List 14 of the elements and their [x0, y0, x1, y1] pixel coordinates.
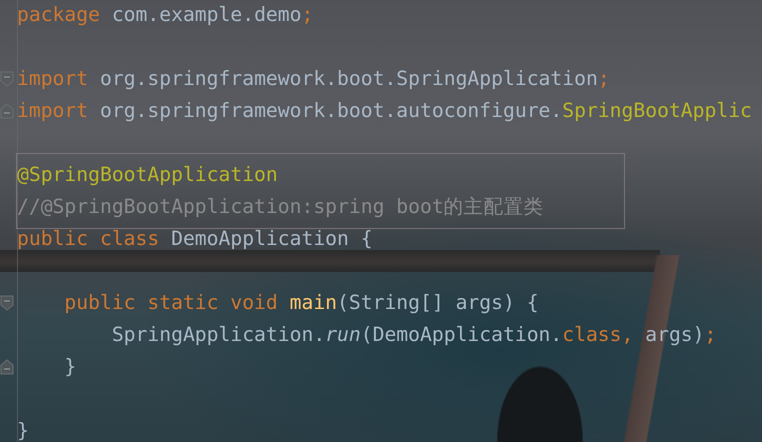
- code-line: //@SpringBootApplication:spring boot的主配置类: [17, 194, 544, 220]
- code-line: @SpringBootApplication: [17, 162, 278, 188]
- code-line: import org.springframework.boot.autoconfigure.SpringBootApplic: [17, 98, 752, 124]
- code-line: public class DemoApplication {: [17, 226, 373, 252]
- fold-expand-icon[interactable]: [0, 359, 14, 375]
- code-line: package com.example.demo;: [17, 2, 314, 28]
- fold-collapse-icon[interactable]: [0, 295, 14, 311]
- fold-collapse-icon[interactable]: [0, 71, 14, 87]
- fold-expand-icon[interactable]: [0, 103, 14, 119]
- code-line: SpringApplication.run(DemoApplication.class, args);: [110, 322, 716, 348]
- code-line: import org.springframework.boot.SpringApplication;: [17, 66, 610, 92]
- code-line: public static void main(String[] args) {: [63, 290, 539, 316]
- code-line: }: [17, 418, 29, 442]
- code-line: }: [63, 354, 76, 380]
